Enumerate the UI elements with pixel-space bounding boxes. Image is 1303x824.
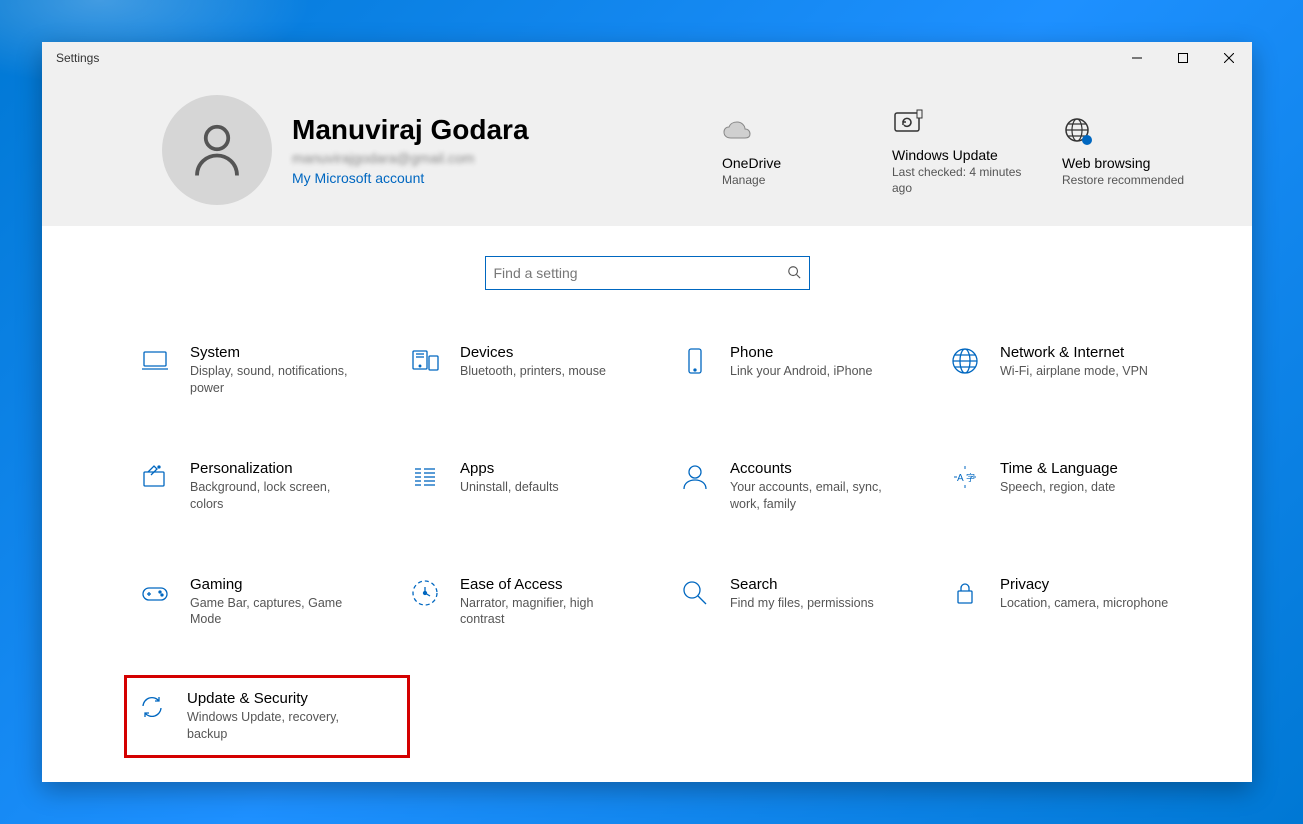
category-sub: Narrator, magnifier, high contrast bbox=[460, 595, 630, 629]
category-title: Phone bbox=[730, 344, 872, 361]
minimize-button[interactable] bbox=[1114, 42, 1160, 74]
category-sub: Speech, region, date bbox=[1000, 479, 1118, 496]
globe-icon bbox=[1062, 111, 1094, 151]
account-header: Manuviraj Godara manuvirajgodara@gmail.c… bbox=[42, 74, 1252, 226]
category-sub: Location, camera, microphone bbox=[1000, 595, 1168, 612]
gamepad-icon bbox=[138, 576, 172, 610]
onedrive-sub: Manage bbox=[722, 173, 765, 189]
onedrive-title: OneDrive bbox=[722, 155, 781, 171]
category-privacy[interactable]: Privacy Location, camera, microphone bbox=[942, 572, 1212, 633]
category-title: Privacy bbox=[1000, 576, 1168, 593]
category-sub: Uninstall, defaults bbox=[460, 479, 559, 496]
category-gaming[interactable]: Gaming Game Bar, captures, Game Mode bbox=[132, 572, 402, 633]
windows-update-tile[interactable]: Windows Update Last checked: 4 minutes a… bbox=[892, 103, 1042, 196]
window-title: Settings bbox=[56, 51, 99, 65]
phone-icon bbox=[678, 344, 712, 378]
category-title: Ease of Access bbox=[460, 576, 630, 593]
category-title: Search bbox=[730, 576, 874, 593]
sync-icon bbox=[135, 690, 169, 724]
laptop-icon bbox=[138, 344, 172, 378]
update-icon bbox=[892, 103, 924, 143]
windows-update-sub: Last checked: 4 minutes ago bbox=[892, 165, 1042, 196]
time-icon bbox=[948, 460, 982, 494]
onedrive-tile[interactable]: OneDrive Manage bbox=[722, 111, 872, 189]
cloud-icon bbox=[722, 111, 754, 151]
category-sub: Find my files, permissions bbox=[730, 595, 874, 612]
category-apps[interactable]: Apps Uninstall, defaults bbox=[402, 456, 672, 517]
search-box[interactable] bbox=[485, 256, 810, 290]
category-ease[interactable]: Ease of Access Narrator, magnifier, high … bbox=[402, 572, 672, 633]
category-title: Update & Security bbox=[187, 690, 357, 707]
settings-categories-grid: System Display, sound, notifications, pow… bbox=[42, 340, 1252, 746]
lock-icon bbox=[948, 576, 982, 610]
category-personalization[interactable]: Personalization Background, lock screen, … bbox=[132, 456, 402, 517]
category-title: Accounts bbox=[730, 460, 900, 477]
category-title: Personalization bbox=[190, 460, 360, 477]
category-update[interactable]: Update & Security Windows Update, recover… bbox=[124, 675, 410, 758]
settings-content: System Display, sound, notifications, pow… bbox=[42, 226, 1252, 746]
web-browsing-tile[interactable]: Web browsing Restore recommended bbox=[1062, 111, 1212, 189]
category-title: Devices bbox=[460, 344, 606, 361]
close-button[interactable] bbox=[1206, 42, 1252, 74]
category-sub: Display, sound, notifications, power bbox=[190, 363, 360, 397]
user-name: Manuviraj Godara bbox=[292, 114, 529, 146]
devices-icon bbox=[408, 344, 442, 378]
apps-icon bbox=[408, 460, 442, 494]
category-sub: Background, lock screen, colors bbox=[190, 479, 360, 513]
ease-icon bbox=[408, 576, 442, 610]
category-sub: Game Bar, captures, Game Mode bbox=[190, 595, 360, 629]
category-sub: Your accounts, email, sync, work, family bbox=[730, 479, 900, 513]
microsoft-account-link[interactable]: My Microsoft account bbox=[292, 170, 529, 186]
category-title: Apps bbox=[460, 460, 559, 477]
person-icon bbox=[678, 460, 712, 494]
category-time[interactable]: Time & Language Speech, region, date bbox=[942, 456, 1212, 517]
category-system[interactable]: System Display, sound, notifications, pow… bbox=[132, 340, 402, 401]
search-icon bbox=[678, 576, 712, 610]
category-title: Gaming bbox=[190, 576, 360, 593]
search-input[interactable] bbox=[494, 265, 787, 281]
category-accounts[interactable]: Accounts Your accounts, email, sync, work… bbox=[672, 456, 942, 517]
category-search[interactable]: Search Find my files, permissions bbox=[672, 572, 942, 633]
titlebar: Settings bbox=[42, 42, 1252, 74]
maximize-button[interactable] bbox=[1160, 42, 1206, 74]
category-title: Time & Language bbox=[1000, 460, 1118, 477]
windows-update-title: Windows Update bbox=[892, 147, 998, 163]
brush-icon bbox=[138, 460, 172, 494]
web-browsing-sub: Restore recommended bbox=[1062, 173, 1184, 189]
user-email: manuvirajgodara@gmail.com bbox=[292, 150, 529, 166]
globe-icon bbox=[948, 344, 982, 378]
category-phone[interactable]: Phone Link your Android, iPhone bbox=[672, 340, 942, 401]
category-sub: Bluetooth, printers, mouse bbox=[460, 363, 606, 380]
web-browsing-title: Web browsing bbox=[1062, 155, 1150, 171]
category-sub: Windows Update, recovery, backup bbox=[187, 709, 357, 743]
category-sub: Wi-Fi, airplane mode, VPN bbox=[1000, 363, 1148, 380]
category-devices[interactable]: Devices Bluetooth, printers, mouse bbox=[402, 340, 672, 401]
avatar[interactable] bbox=[162, 95, 272, 205]
settings-window: Settings Manuviraj Godara manuvirajgodar… bbox=[42, 42, 1252, 782]
category-title: System bbox=[190, 344, 360, 361]
category-network[interactable]: Network & Internet Wi-Fi, airplane mode, … bbox=[942, 340, 1212, 401]
category-sub: Link your Android, iPhone bbox=[730, 363, 872, 380]
search-icon bbox=[787, 265, 801, 282]
category-title: Network & Internet bbox=[1000, 344, 1148, 361]
